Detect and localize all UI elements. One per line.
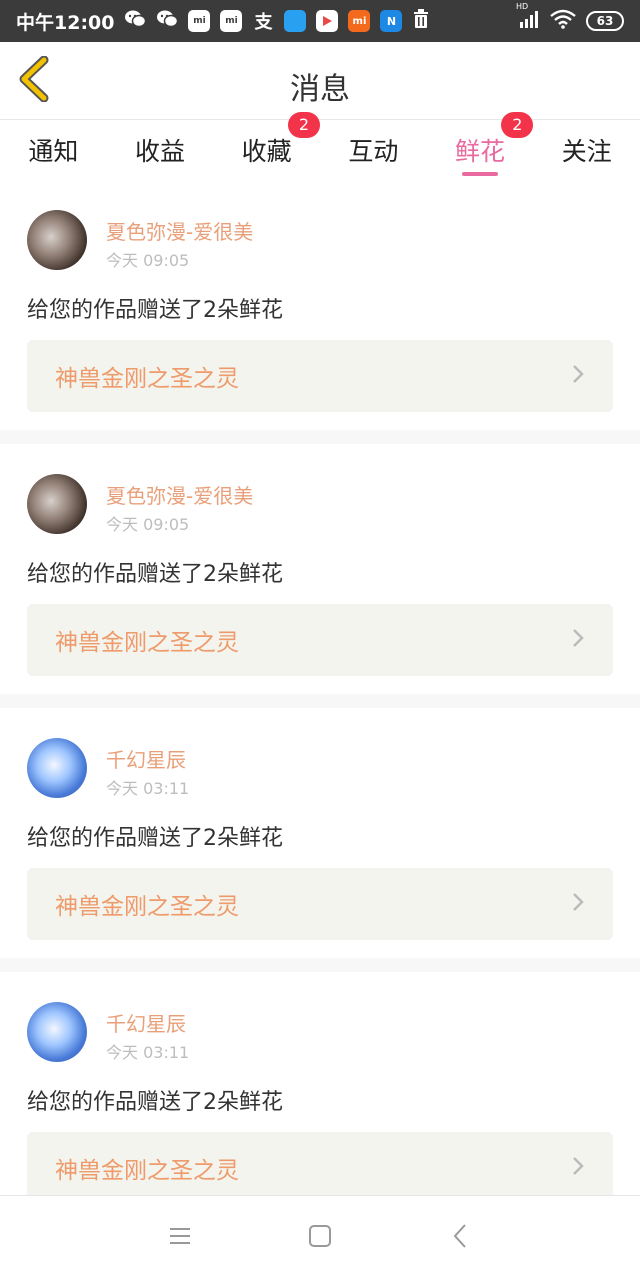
tab-following[interactable]: 关注 [533,120,640,180]
active-tab-indicator [462,172,499,176]
wifi-icon [550,9,576,33]
trash-icon [412,9,430,33]
battery-icon: 63 [586,11,624,31]
message-list[interactable]: 夏色弥漫-爱很美 今天 09:05 给您的作品赠送了2朵鲜花 神兽金刚之圣之灵 … [0,180,640,1195]
sender-name[interactable]: 夏色弥漫-爱很美 [106,216,253,245]
list-item: 夏色弥漫-爱很美 今天 09:05 给您的作品赠送了2朵鲜花 神兽金刚之圣之灵 [0,180,640,430]
sender-name[interactable]: 千幻星辰 [106,1008,186,1037]
sender-name[interactable]: 千幻星辰 [106,744,186,773]
tab-label: 收益 [135,137,186,166]
tab-earnings[interactable]: 收益 [107,120,214,180]
signal-icon: HD [516,2,540,32]
tab-label: 收藏 [241,137,292,166]
wechat-icon [156,9,179,33]
tab-label: 关注 [561,137,612,166]
mi-store-icon: mi [220,10,243,32]
work-title: 神兽金刚之圣之灵 [55,630,239,656]
play-icon [316,10,339,32]
message-tabs: 通知 收益 收藏 2 互动 鲜花 2 关注 [0,112,640,180]
status-time: 中午12:00 [16,11,115,34]
unread-badge: 2 [501,112,534,138]
status-bar: 中午12:00 mi mi 支 mi N HD 63 [0,0,640,42]
message-time: 今天 03:11 [106,1043,190,1062]
menu-button[interactable] [165,1223,195,1253]
work-link[interactable]: 神兽金刚之圣之灵 [27,868,613,940]
work-link[interactable]: 神兽金刚之圣之灵 [27,340,613,412]
avatar[interactable] [27,474,87,534]
mi-icon: mi [348,10,371,32]
chevron-right-icon [571,891,585,917]
tab-interactions[interactable]: 互动 [320,120,427,180]
message-text: 给您的作品赠送了2朵鲜花 [27,562,283,587]
mi-store-icon: mi [188,10,211,32]
avatar[interactable] [27,738,87,798]
home-icon [308,1224,332,1252]
tab-label: 通知 [28,137,79,166]
system-nav-bar [0,1195,640,1280]
app-header: 消息 [0,42,640,120]
nav-back-button[interactable] [445,1223,475,1253]
unread-badge: 2 [288,112,320,138]
message-text: 给您的作品赠送了2朵鲜花 [27,1090,283,1115]
tab-flowers[interactable]: 鲜花 2 [427,112,534,180]
page-title: 消息 [290,72,350,107]
app-icon [284,10,307,32]
chevron-right-icon [571,363,585,389]
avatar[interactable] [27,1002,87,1062]
back-icon [452,1223,468,1253]
list-item: 夏色弥漫-爱很美 今天 09:05 给您的作品赠送了2朵鲜花 神兽金刚之圣之灵 [0,444,640,694]
chevron-right-icon [571,1155,585,1181]
tab-notifications[interactable]: 通知 [0,120,107,180]
chevron-right-icon [571,627,585,653]
list-item: 千幻星辰 今天 03:11 给您的作品赠送了2朵鲜花 神兽金刚之圣之灵 [0,708,640,958]
work-title: 神兽金刚之圣之灵 [55,894,239,920]
n-app-icon: N [380,10,403,32]
work-title: 神兽金刚之圣之灵 [55,366,239,392]
avatar[interactable] [27,210,87,270]
menu-icon [168,1226,192,1250]
system-indicators: HD 63 [516,2,624,33]
work-title: 神兽金刚之圣之灵 [55,1158,239,1184]
tab-label: 鲜花 [455,137,506,166]
message-text: 给您的作品赠送了2朵鲜花 [27,298,283,323]
alipay-icon: 支 [254,12,273,33]
notification-icons: mi mi 支 mi N [124,9,430,33]
work-link[interactable]: 神兽金刚之圣之灵 [27,604,613,676]
sender-name[interactable]: 夏色弥漫-爱很美 [106,480,253,509]
message-time: 今天 09:05 [106,515,190,534]
home-button[interactable] [305,1223,335,1253]
message-time: 今天 09:05 [106,251,190,270]
tab-favorites[interactable]: 收藏 2 [213,112,320,180]
tab-label: 互动 [348,137,399,166]
message-time: 今天 03:11 [106,779,190,798]
message-text: 给您的作品赠送了2朵鲜花 [27,826,283,851]
network-type-label: HD [516,2,529,11]
work-link[interactable]: 神兽金刚之圣之灵 [27,1132,613,1195]
list-item: 千幻星辰 今天 03:11 给您的作品赠送了2朵鲜花 神兽金刚之圣之灵 [0,972,640,1195]
wechat-icon [124,9,147,33]
